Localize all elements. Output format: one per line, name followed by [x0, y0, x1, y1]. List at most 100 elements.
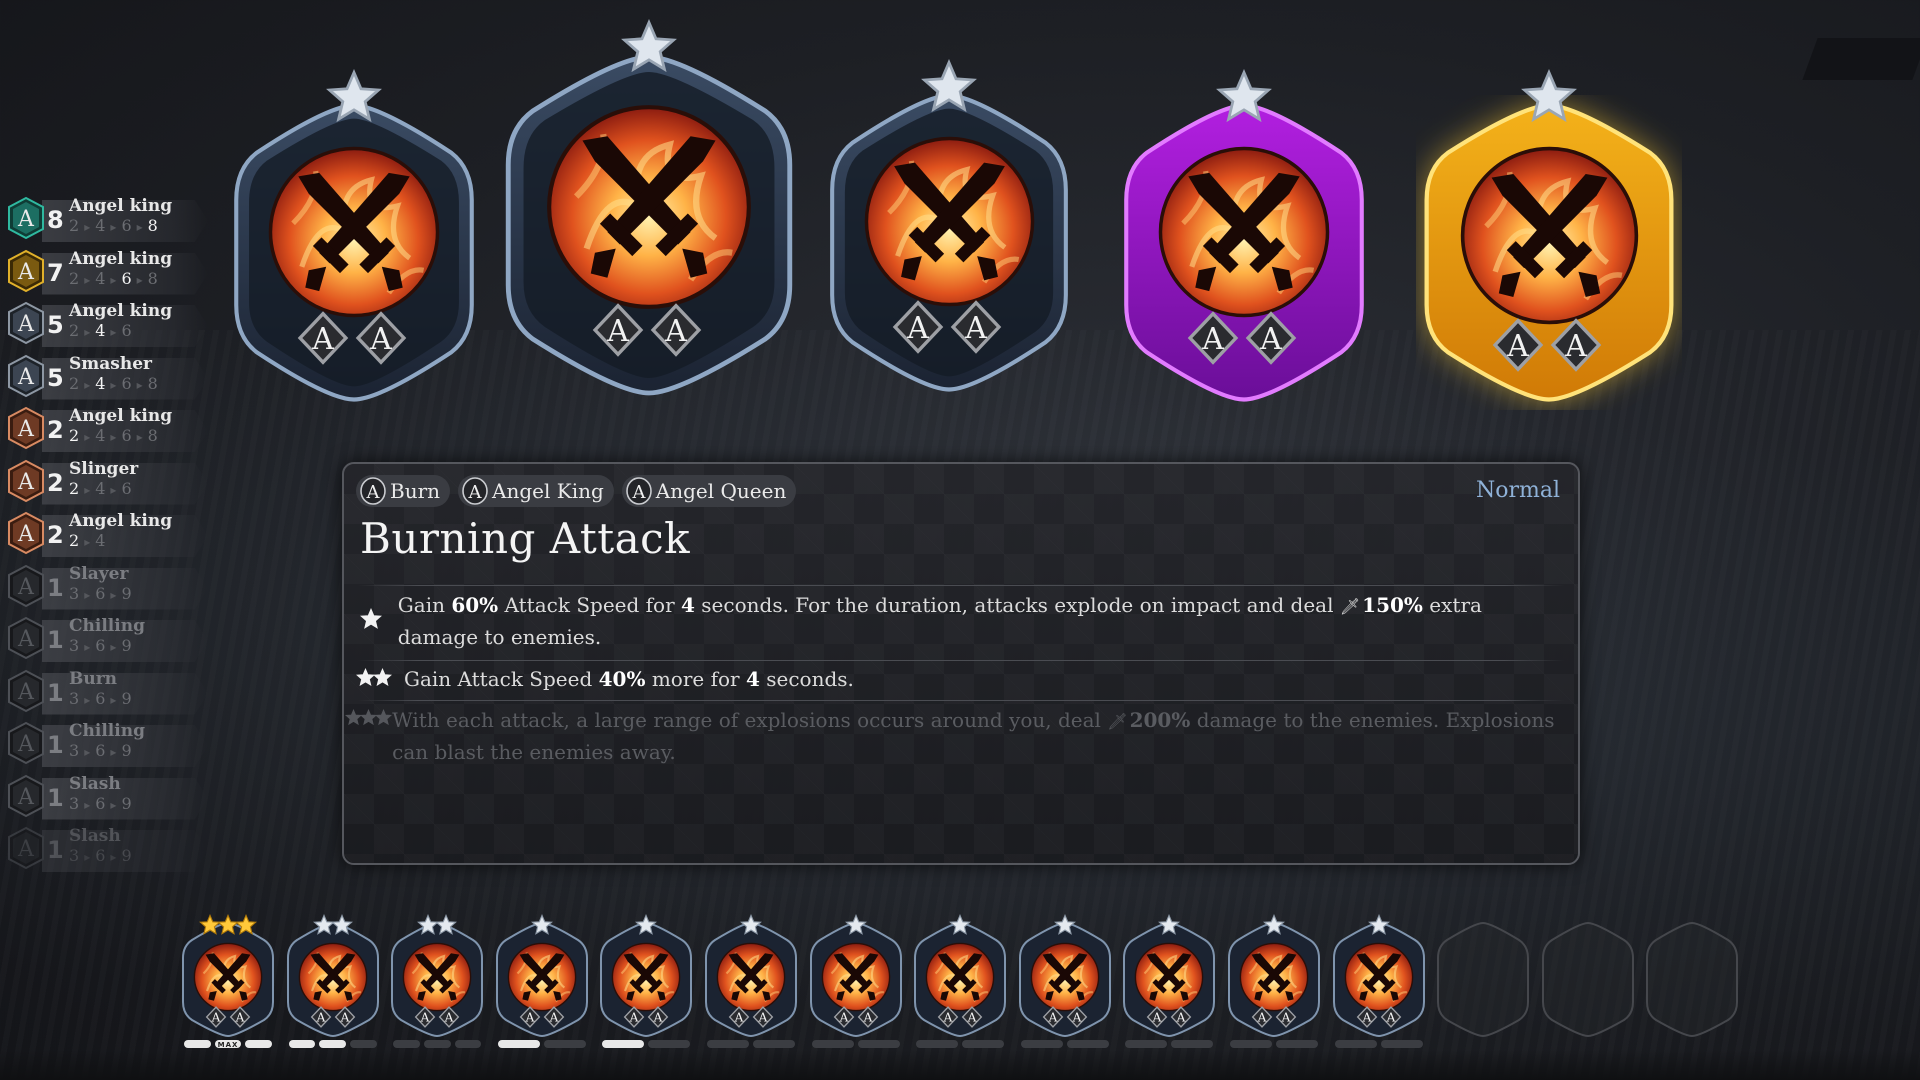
tag-badge-icon: A	[414, 1006, 436, 1032]
star-icon	[1521, 69, 1577, 125]
card-choice-1[interactable]: AA	[226, 69, 482, 410]
synergy-row[interactable]: A 2 Angel king 2 ▸ 4 ▸ 6 ▸ 8	[6, 406, 208, 459]
threshold-value: 9	[121, 688, 132, 708]
threshold-separator: ▸	[110, 272, 117, 287]
progress-segment	[648, 1040, 691, 1048]
svg-text:A: A	[1047, 1010, 1057, 1024]
effect-tier-3: With each attack, a large range of explo…	[344, 705, 1558, 768]
synergy-text: Slayer 3 ▸ 6 ▸ 9	[69, 564, 132, 605]
tag-chip: A Burn	[356, 475, 451, 507]
synergy-hex-icon: A	[6, 721, 46, 765]
synergy-name: Chilling	[69, 616, 145, 636]
synergy-thresholds: 3 ▸ 6 ▸ 9	[69, 584, 132, 605]
progress-segment	[753, 1040, 795, 1048]
slot-stars	[178, 913, 278, 940]
threshold-value: 8	[147, 373, 158, 393]
progress-segment	[454, 1040, 482, 1048]
effect-text-part: 40%	[598, 667, 646, 691]
upgrade-progress-bar	[1125, 1040, 1214, 1048]
tag-badge-icon: A	[1275, 1006, 1297, 1032]
threshold-separator: ▸	[136, 430, 143, 444]
slot-stars	[701, 913, 801, 940]
synergy-row[interactable]: A 8 Angel king 2 ▸ 4 ▸ 6 ▸ 8	[6, 196, 208, 249]
synergy-row[interactable]: A 5 Angel king 2 ▸ 4 ▸ 6	[6, 301, 208, 354]
tag-badge-icon: A	[519, 1006, 541, 1032]
slot-badges: AA	[310, 1006, 356, 1032]
svg-text:A: A	[906, 311, 929, 346]
upgrade-progress-bar	[1020, 1040, 1109, 1048]
synergy-name: Slinger	[69, 458, 139, 479]
inventory-slot[interactable]: AA	[910, 913, 1010, 1048]
synergy-name: Burn	[69, 668, 118, 689]
threshold-separator: ▸	[136, 220, 143, 234]
rarity-label: Normal	[1475, 478, 1560, 503]
inventory-slot[interactable]: AA	[1119, 913, 1219, 1048]
effect-text-part: 150%	[1362, 593, 1423, 617]
inventory-slot[interactable]: AA	[701, 913, 801, 1048]
synergy-count: 1	[47, 783, 64, 812]
star-icon	[435, 913, 458, 940]
threshold-separator: ▸	[84, 272, 91, 287]
threshold-separator: ▸	[110, 850, 117, 864]
inventory-slot[interactable]: AA	[596, 913, 696, 1048]
inventory-slot[interactable]: AA	[1329, 913, 1429, 1048]
svg-text:A: A	[17, 312, 35, 337]
synergy-row[interactable]: A 1 Chilling 3 ▸ 6 ▸ 9	[6, 616, 208, 669]
card-choice-4[interactable]: AA	[1116, 69, 1372, 410]
slot-stars	[1329, 913, 1429, 940]
tag-badge-icon: A	[1042, 1006, 1064, 1032]
threshold-value: 3	[69, 741, 80, 760]
synergy-row[interactable]: A 1 Slayer 3 ▸ 6 ▸ 9	[6, 564, 208, 617]
synergy-row[interactable]: A 2 Angel king 2 ▸ 4	[6, 511, 208, 564]
synergy-count: 2	[47, 416, 64, 444]
slot-badges: AA	[1042, 1006, 1088, 1032]
tag-label: Angel Queen	[655, 479, 787, 503]
inventory-slot[interactable]: AA	[1015, 913, 1115, 1048]
card-choice-3[interactable]: AA	[822, 59, 1076, 400]
tag-badge-icon: A	[1549, 318, 1603, 373]
synergy-row[interactable]: A 1 Slash 3 ▸ 6 ▸ 9	[6, 774, 208, 827]
synergy-thresholds: 2 ▸ 4 ▸ 6 ▸ 8	[69, 374, 158, 395]
synergy-row[interactable]: A 1 Burn 3 ▸ 6 ▸ 9	[6, 668, 208, 722]
synergy-name: Chilling	[69, 721, 145, 741]
synergy-thresholds: 2 ▸ 4 ▸ 6	[69, 479, 138, 500]
inventory-slot-empty[interactable]	[1538, 920, 1638, 1038]
effect-text-part: 4	[745, 667, 760, 691]
tag-badge-icon: A	[833, 1006, 855, 1032]
threshold-value: 2	[69, 321, 80, 340]
inventory-slot[interactable]: AA	[806, 913, 906, 1048]
synergy-row[interactable]: A 1 Slash 3 ▸ 6 ▸ 9	[6, 826, 208, 879]
inventory-slot[interactable]: AA	[492, 913, 592, 1048]
threshold-separator: ▸	[110, 797, 117, 812]
effect-text-part: Gain Attack Speed	[404, 667, 599, 691]
inventory-slot-empty[interactable]	[1642, 920, 1742, 1038]
inventory-slot[interactable]: AA	[387, 913, 487, 1048]
synergy-row[interactable]: A 1 Chilling 3 ▸ 6 ▸ 9	[6, 721, 208, 774]
synergy-row[interactable]: A 7 Angel king 2 ▸ 4 ▸ 6 ▸ 8	[6, 249, 208, 302]
inventory-slot[interactable]: AA	[283, 913, 383, 1048]
threshold-value: 6	[95, 688, 106, 708]
threshold-value: 9	[121, 741, 132, 760]
svg-text:A: A	[17, 207, 35, 232]
inventory-slot[interactable]: A A MAX	[178, 913, 278, 1049]
card-choice-5[interactable]: AA	[1416, 69, 1682, 410]
svg-text:A: A	[444, 1010, 454, 1024]
synergy-text: Slinger 2 ▸ 4 ▸ 6	[69, 459, 138, 500]
synergy-row[interactable]: A 5 Smasher 2 ▸ 4 ▸ 6 ▸ 8	[6, 354, 208, 407]
effect-stars	[344, 705, 392, 730]
inventory-slot-empty[interactable]	[1433, 920, 1533, 1038]
threshold-separator: ▸	[110, 745, 117, 759]
upgrade-progress-bar	[916, 1040, 1005, 1048]
svg-text:A: A	[838, 1010, 848, 1024]
synergy-row[interactable]: A 2 Slinger 2 ▸ 4 ▸ 6	[6, 459, 208, 512]
slot-stars	[1119, 913, 1219, 940]
inventory-slot[interactable]: AA	[1224, 913, 1324, 1048]
card-choice-2[interactable]: AA	[496, 19, 802, 405]
progress-segment	[1125, 1040, 1168, 1048]
threshold-value: 4	[95, 478, 106, 498]
tag-list: A Burn A Angel King A Angel Queen	[356, 475, 797, 507]
tag-label: Burn	[390, 479, 441, 503]
threshold-value: 9	[121, 846, 132, 865]
svg-text:A: A	[1361, 1010, 1371, 1024]
threshold-value: 9	[121, 583, 132, 603]
